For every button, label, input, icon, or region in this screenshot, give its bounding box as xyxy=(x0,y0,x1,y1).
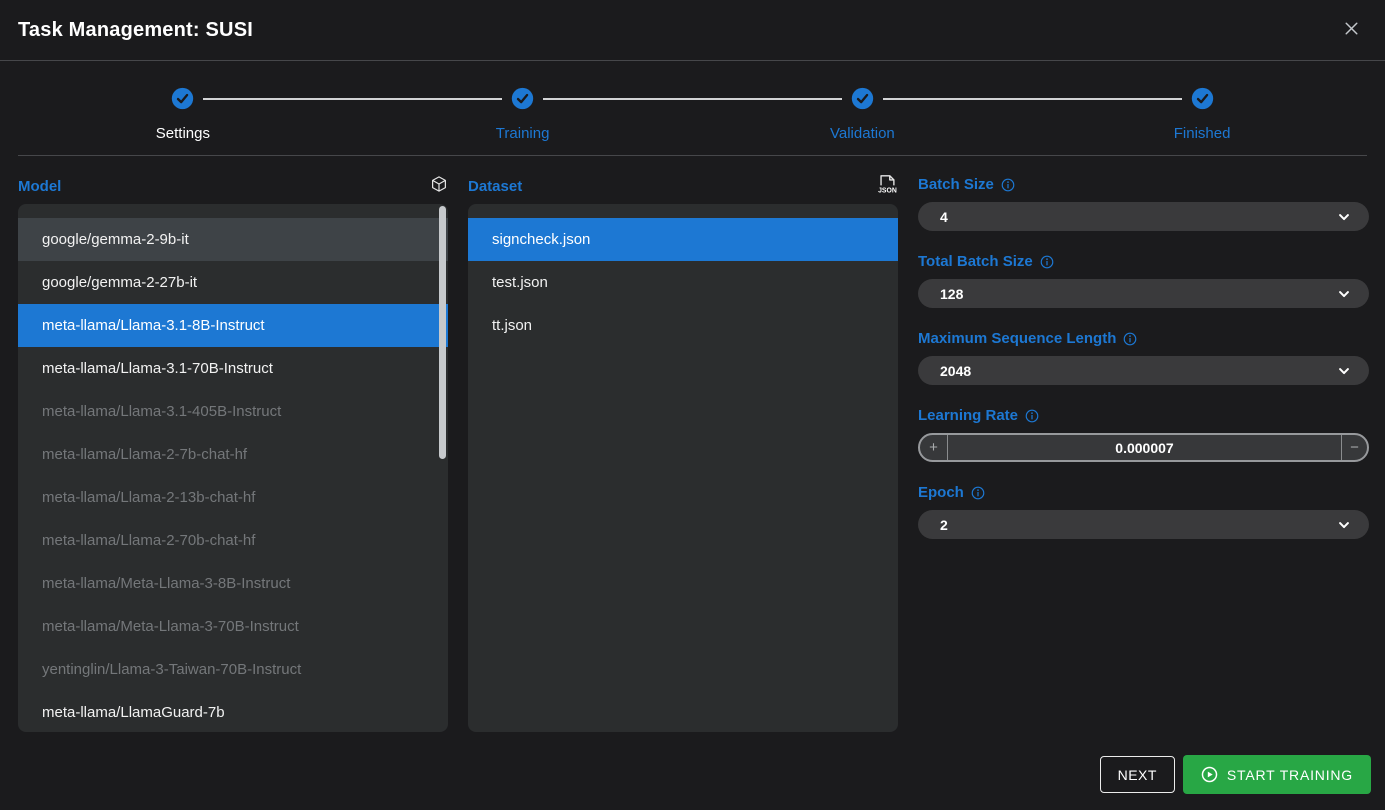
json-file-icon: JSON xyxy=(876,173,898,200)
scrollbar-thumb[interactable] xyxy=(439,206,446,459)
maximum-sequence-length-value: 2048 xyxy=(940,363,971,379)
batch-size-label: Batch Size xyxy=(918,176,994,193)
dataset-list: signcheck.jsontest.jsontt.json xyxy=(468,204,898,732)
step-training: Training xyxy=(353,61,693,155)
model-item: meta-llama/Llama-2-7b-chat-hf xyxy=(18,433,448,476)
start-training-label: START TRAINING xyxy=(1227,767,1353,783)
learning-rate-increment-button[interactable]: + xyxy=(920,435,948,460)
epoch-label: Epoch xyxy=(918,484,964,501)
dataset-panel-header: Dataset JSON xyxy=(468,176,898,196)
chevron-down-icon xyxy=(1337,518,1351,532)
training-parameters-form: Batch Size 4 Total Batch Size 128 Maximum Se… xyxy=(918,176,1369,732)
play-circle-icon xyxy=(1201,766,1218,783)
epoch-field: Epoch 2 xyxy=(918,484,1369,539)
dataset-item[interactable]: test.json xyxy=(468,261,898,304)
model-item: meta-llama/Llama-2-13b-chat-hf xyxy=(18,476,448,519)
check-circle-icon xyxy=(511,87,534,110)
batch-size-field: Batch Size 4 xyxy=(918,176,1369,231)
total-batch-size-label: Total Batch Size xyxy=(918,253,1033,270)
info-icon[interactable] xyxy=(1001,178,1015,192)
step-connector xyxy=(203,98,352,100)
total-batch-size-value: 128 xyxy=(940,286,963,302)
model-item[interactable]: meta-llama/Llama-3.1-8B-Instruct xyxy=(18,304,448,347)
epoch-select[interactable]: 2 xyxy=(918,510,1369,539)
total-batch-size-select[interactable]: 128 xyxy=(918,279,1369,308)
total-batch-size-field: Total Batch Size 128 xyxy=(918,253,1369,308)
learning-rate-input[interactable] xyxy=(948,435,1341,460)
model-panel-header: Model xyxy=(18,176,448,196)
step-label: Validation xyxy=(693,125,1033,142)
step-label: Training xyxy=(353,125,693,142)
info-icon[interactable] xyxy=(1040,255,1054,269)
model-item: yentinglin/Llama-3-Taiwan-70B-Instruct xyxy=(18,648,448,691)
dataset-item[interactable]: tt.json xyxy=(468,304,898,347)
info-icon[interactable] xyxy=(1025,409,1039,423)
learning-rate-label: Learning Rate xyxy=(918,407,1018,424)
batch-size-select[interactable]: 4 xyxy=(918,202,1369,231)
model-item[interactable]: meta-llama/Llama-3.1-70B-Instruct xyxy=(18,347,448,390)
maximum-sequence-length-label: Maximum Sequence Length xyxy=(918,330,1116,347)
maximum-sequence-length-select[interactable]: 2048 xyxy=(918,356,1369,385)
learning-rate-decrement-button[interactable]: − xyxy=(1341,435,1367,460)
step-label: Finished xyxy=(1032,125,1372,142)
settings-content: Model google/gemma-2-9b-itgoogle/gemma-2… xyxy=(0,156,1385,732)
model-panel-label: Model xyxy=(18,178,61,195)
model-item: meta-llama/Llama-2-70b-chat-hf xyxy=(18,519,448,562)
step-connector xyxy=(693,98,842,100)
model-item: meta-llama/Meta-Llama-3-8B-Instruct xyxy=(18,562,448,605)
model-item[interactable]: google/gemma-2-27b-it xyxy=(18,261,448,304)
step-connector xyxy=(883,98,1032,100)
dialog-footer: NEXT START TRAINING xyxy=(1100,755,1371,794)
step-connector xyxy=(543,98,692,100)
dialog-title: Task Management: SUSI xyxy=(18,19,253,42)
step-validation: Validation xyxy=(693,61,1033,155)
dataset-panel-label: Dataset xyxy=(468,178,522,195)
check-circle-icon xyxy=(171,87,194,110)
step-settings: Settings xyxy=(13,61,353,155)
model-item[interactable]: meta-llama/LlamaGuard-7b xyxy=(18,691,448,732)
batch-size-value: 4 xyxy=(940,209,948,225)
model-item: meta-llama/Meta-Llama-3-70B-Instruct xyxy=(18,605,448,648)
maximum-sequence-length-field: Maximum Sequence Length 2048 xyxy=(918,330,1369,385)
info-icon[interactable] xyxy=(971,486,985,500)
dataset-item[interactable]: signcheck.json xyxy=(468,218,898,261)
step-label: Settings xyxy=(13,125,353,142)
check-circle-icon xyxy=(851,87,874,110)
start-training-button[interactable]: START TRAINING xyxy=(1183,755,1371,794)
learning-rate-stepper: +− xyxy=(918,433,1369,462)
chevron-down-icon xyxy=(1337,364,1351,378)
model-cube-icon xyxy=(430,175,448,198)
close-button[interactable] xyxy=(1338,15,1365,45)
learning-rate-field: Learning Rate+− xyxy=(918,407,1369,462)
dataset-panel: Dataset JSON signcheck.jsontest.jsontt.j… xyxy=(468,176,898,732)
epoch-value: 2 xyxy=(940,517,948,533)
model-list: google/gemma-2-9b-itgoogle/gemma-2-27b-i… xyxy=(18,204,448,732)
step-connector xyxy=(1032,98,1181,100)
svg-text:JSON: JSON xyxy=(878,187,897,194)
model-item[interactable]: google/gemma-2-9b-it xyxy=(18,218,448,261)
model-panel: Model google/gemma-2-9b-itgoogle/gemma-2… xyxy=(18,176,448,732)
next-button[interactable]: NEXT xyxy=(1100,756,1175,793)
step-connector xyxy=(353,98,502,100)
check-circle-icon xyxy=(1191,87,1214,110)
chevron-down-icon xyxy=(1337,210,1351,224)
step-finished: Finished xyxy=(1032,61,1372,155)
dialog-titlebar: Task Management: SUSI xyxy=(0,0,1385,61)
info-icon[interactable] xyxy=(1123,332,1137,346)
close-icon xyxy=(1342,19,1361,41)
progress-stepper: SettingsTrainingValidationFinished xyxy=(0,61,1385,155)
chevron-down-icon xyxy=(1337,287,1351,301)
model-item: meta-llama/Llama-3.1-405B-Instruct xyxy=(18,390,448,433)
